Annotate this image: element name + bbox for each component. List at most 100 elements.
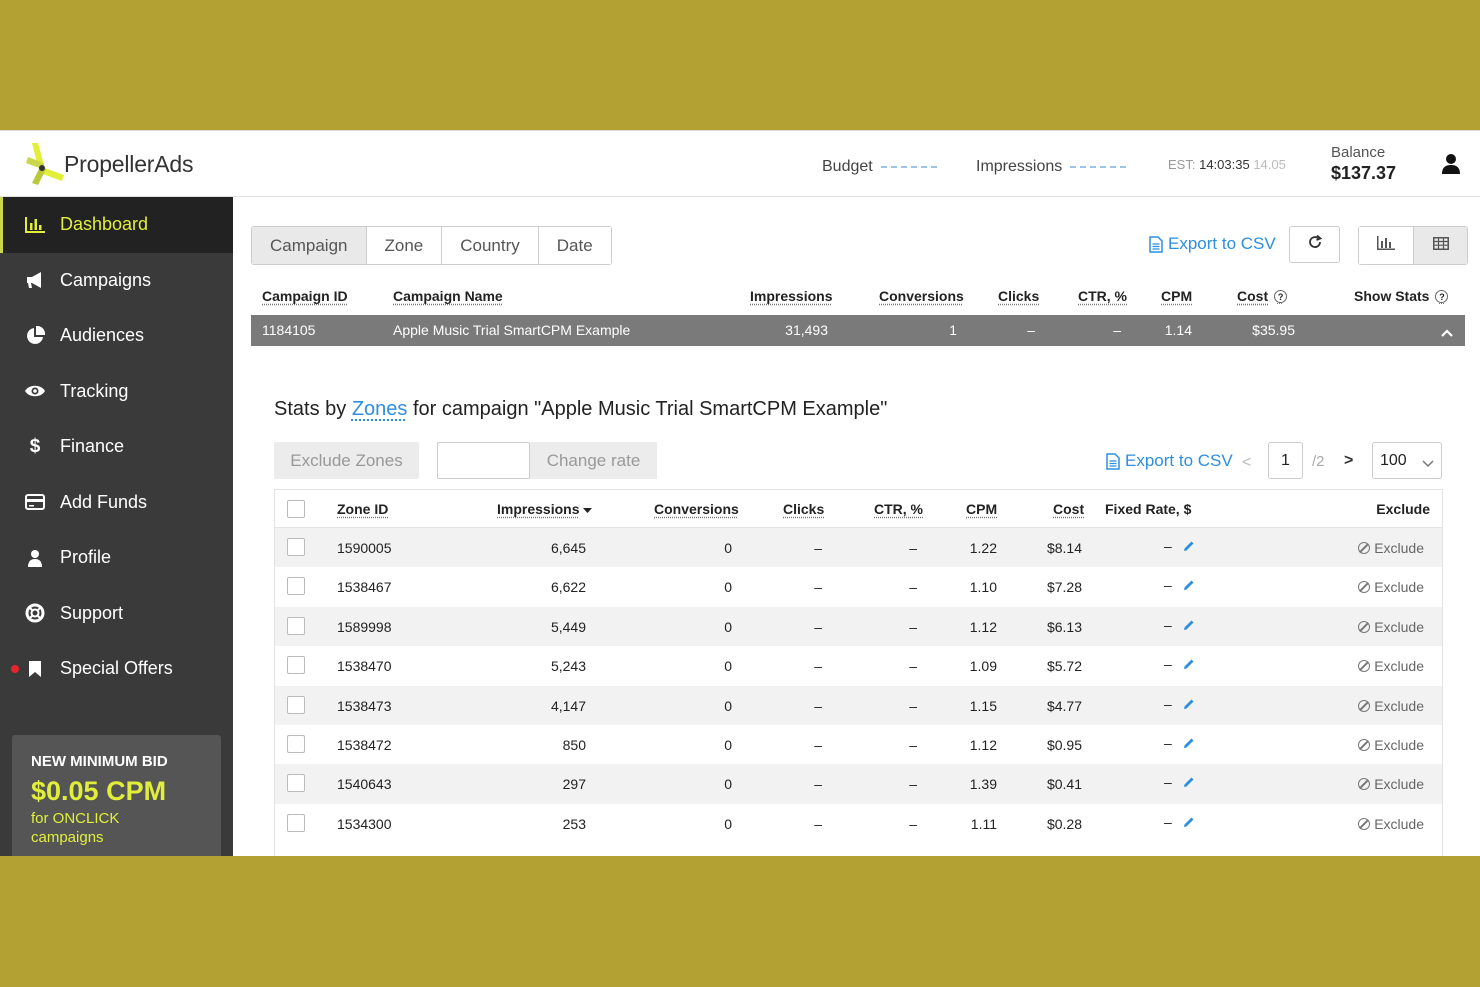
exclude-zone-button[interactable]: Exclude: [1358, 737, 1424, 753]
col-campaign-id[interactable]: Campaign ID: [262, 288, 348, 304]
exclude-zone-button[interactable]: Exclude: [1358, 698, 1424, 714]
col-cpm[interactable]: CPM: [1161, 288, 1192, 304]
sidebar-item-audiences[interactable]: Audiences: [0, 308, 233, 364]
sidebar-item-campaigns[interactable]: Campaigns: [0, 253, 233, 309]
row-checkbox[interactable]: [287, 538, 305, 556]
page-number-input[interactable]: 1: [1268, 442, 1303, 479]
promo-line-4: campaigns: [31, 829, 104, 846]
campaign-row[interactable]: 1184105 Apple Music Trial SmartCPM Examp…: [251, 315, 1465, 346]
pencil-icon[interactable]: [1183, 775, 1195, 791]
col-conversions[interactable]: Conversions: [879, 288, 964, 304]
col-clicks[interactable]: Clicks: [783, 501, 824, 517]
prev-page-button[interactable]: <: [1242, 454, 1251, 472]
col-clicks[interactable]: Clicks: [998, 288, 1039, 304]
help-icon[interactable]: ?: [1274, 290, 1288, 303]
pencil-icon[interactable]: [1183, 815, 1195, 831]
table-row[interactable]: 1534300 253 0 – – 1.11 $0.28 – Exclude: [275, 804, 1442, 843]
row-checkbox[interactable]: [287, 656, 305, 675]
pencil-icon[interactable]: [1183, 578, 1195, 594]
row-checkbox[interactable]: [287, 813, 305, 832]
exclude-zone-button[interactable]: Exclude: [1358, 816, 1424, 832]
table-row[interactable]: 1590005 6,645 0 – – 1.22 $8.14 – Exclude: [275, 528, 1442, 568]
per-page-select[interactable]: 100: [1372, 442, 1442, 479]
promo-line-3: for ONCLICK: [31, 810, 120, 827]
tab-campaign[interactable]: Campaign: [252, 227, 367, 264]
sidebar-item-label: Add Funds: [60, 491, 148, 512]
pencil-icon[interactable]: [1183, 736, 1195, 752]
rate-input[interactable]: [437, 442, 530, 479]
sidebar-item-profile[interactable]: Profile: [0, 530, 233, 586]
zone-id: 1589998: [337, 618, 392, 635]
exclude-zone-button[interactable]: Exclude: [1358, 776, 1424, 792]
row-checkbox[interactable]: [287, 774, 305, 793]
row-checkbox[interactable]: [287, 616, 305, 635]
chevron-down-icon: [1422, 455, 1434, 468]
col-cpm[interactable]: CPM: [966, 501, 997, 517]
zone-cost: $0.28: [1046, 815, 1082, 832]
ban-icon: [1358, 699, 1371, 712]
stats-group-link[interactable]: Zones: [352, 398, 408, 420]
pencil-icon[interactable]: [1183, 697, 1195, 713]
table-row[interactable]: 1538467 6,622 0 – – 1.10 $7.28 – Exclude: [275, 567, 1442, 606]
col-cost[interactable]: Cost?: [1237, 288, 1288, 304]
row-checkbox[interactable]: [287, 695, 305, 714]
table-row[interactable]: 1540643 297 0 – – 1.39 $0.41 – Exclude: [275, 764, 1442, 804]
row-checkbox[interactable]: [287, 734, 305, 753]
clock-date: 14.05: [1253, 157, 1286, 172]
promo-banner[interactable]: NEW MINIMUM BID $0.05 CPM for ONCLICK ca…: [12, 735, 221, 856]
sidebar-item-finance[interactable]: $ Finance: [0, 419, 233, 475]
user-account-icon[interactable]: [1441, 153, 1461, 175]
document-icon: [1149, 235, 1163, 253]
table-row[interactable]: 1538470 5,243 0 – – 1.09 $5.72 – Exclude: [275, 646, 1442, 685]
table-view-button[interactable]: [1413, 227, 1467, 264]
col-ctr[interactable]: CTR, %: [874, 501, 923, 517]
exclude-zones-button[interactable]: Exclude Zones: [274, 442, 419, 479]
exclude-zone-button[interactable]: Exclude: [1358, 579, 1424, 595]
zone-clicks: –: [814, 776, 822, 793]
export-csv-top-link[interactable]: Export to CSV: [1149, 234, 1276, 254]
exclude-zone-button[interactable]: Exclude: [1358, 658, 1424, 674]
sidebar-item-add-funds[interactable]: Add Funds: [0, 475, 233, 531]
chart-view-button[interactable]: [1359, 227, 1413, 264]
clock-time: 14:03:35: [1199, 157, 1250, 172]
tab-date[interactable]: Date: [538, 227, 611, 264]
col-zone-id[interactable]: Zone ID: [337, 501, 388, 517]
select-all-checkbox[interactable]: [287, 500, 305, 518]
help-icon[interactable]: ?: [1435, 290, 1449, 303]
pencil-icon[interactable]: [1183, 618, 1195, 634]
impressions-label: Impressions: [976, 158, 1063, 175]
logo[interactable]: PropellerAds: [24, 141, 193, 187]
zone-conversions: 0: [724, 579, 732, 596]
collapse-chevron-icon[interactable]: [1441, 324, 1453, 340]
col-cost[interactable]: Cost: [1053, 501, 1084, 517]
zone-impressions: 297: [562, 776, 586, 793]
tab-country[interactable]: Country: [442, 227, 539, 264]
exclude-zone-button[interactable]: Exclude: [1358, 540, 1424, 556]
table-row[interactable]: 1538472 850 0 – – 1.12 $0.95 – Exclude: [275, 725, 1442, 764]
col-conversions[interactable]: Conversions: [654, 501, 739, 517]
col-ctr[interactable]: CTR, %: [1078, 288, 1127, 304]
export-csv-stats-link[interactable]: Export to CSV: [1106, 451, 1233, 471]
sort-desc-icon: [583, 501, 593, 517]
col-campaign-name[interactable]: Campaign Name: [393, 288, 503, 304]
refresh-button[interactable]: [1289, 226, 1340, 263]
col-show-stats-label: Show Stats: [1354, 288, 1430, 304]
campaign-name: Apple Music Trial SmartCPM Example: [393, 322, 631, 338]
col-exclude: Exclude: [1376, 501, 1430, 517]
change-rate-button[interactable]: Change rate: [530, 442, 657, 479]
col-impressions-sort[interactable]: Impressions: [497, 501, 593, 517]
sidebar-item-special-offers[interactable]: Special Offers: [0, 641, 233, 697]
table-row[interactable]: 1538473 4,147 0 – – 1.15 $4.77 – Exclude: [275, 685, 1442, 725]
next-page-button[interactable]: >: [1344, 452, 1353, 470]
sidebar-item-support[interactable]: Support: [0, 586, 233, 642]
sidebar-item-dashboard[interactable]: Dashboard: [0, 197, 233, 253]
exclude-zone-button[interactable]: Exclude: [1358, 619, 1424, 635]
tab-zone[interactable]: Zone: [366, 227, 443, 264]
table-row[interactable]: 1589998 5,449 0 – – 1.12 $6.13 – Exclude: [275, 606, 1442, 647]
zone-cost: $0.95: [1046, 736, 1082, 753]
row-checkbox[interactable]: [287, 577, 305, 596]
col-impressions[interactable]: Impressions: [750, 288, 832, 304]
pencil-icon[interactable]: [1183, 657, 1195, 673]
pencil-icon[interactable]: [1183, 539, 1195, 555]
sidebar-item-tracking[interactable]: Tracking: [0, 364, 233, 420]
